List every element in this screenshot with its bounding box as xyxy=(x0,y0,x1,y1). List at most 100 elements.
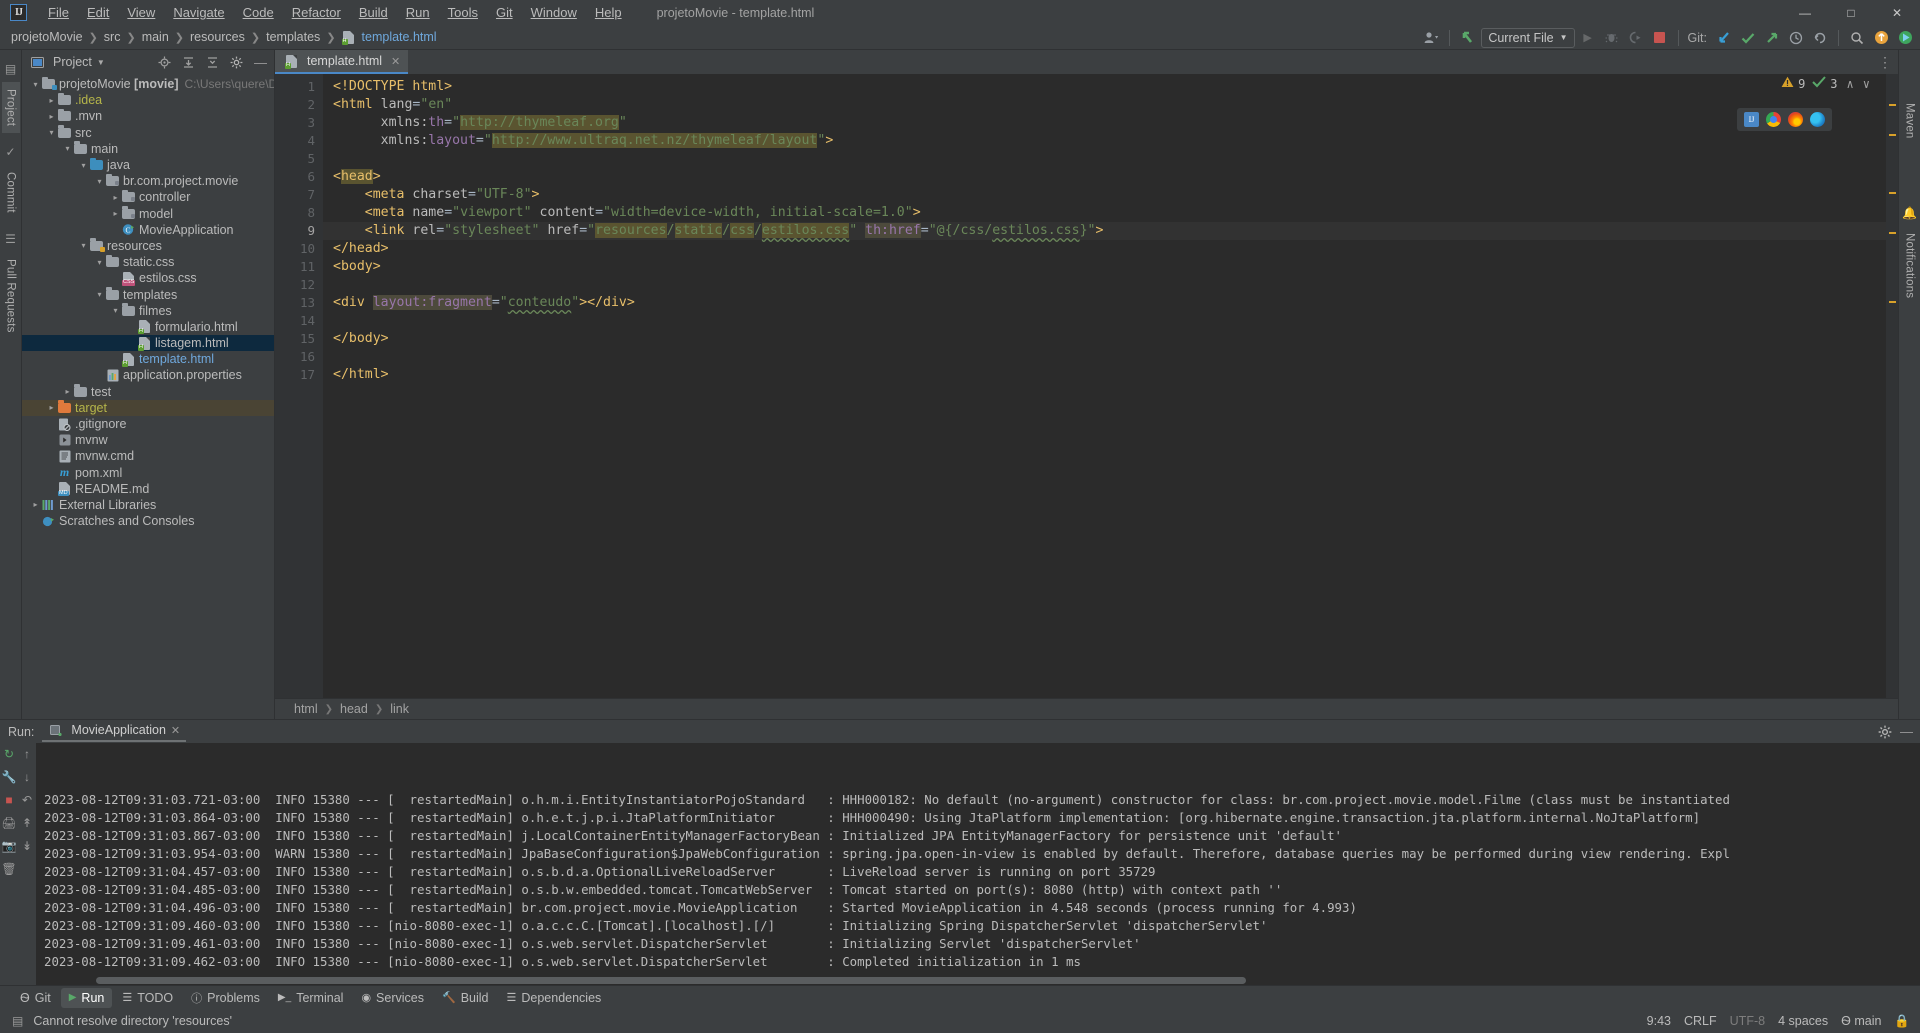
disclosure-triangle-icon[interactable]: ▾ xyxy=(110,306,121,315)
camera-icon[interactable]: 📷 xyxy=(2,839,17,853)
user-avatar-icon[interactable] xyxy=(1420,27,1442,49)
menu-navigate[interactable]: Navigate xyxy=(164,2,233,23)
tree-node-movieapplication[interactable]: C MovieApplication xyxy=(22,222,274,238)
tree-node-external-libraries[interactable]: ▸ External Libraries xyxy=(22,497,274,513)
menu-run[interactable]: Run xyxy=(397,2,439,23)
code-line-1[interactable]: <!DOCTYPE html> xyxy=(323,78,1886,96)
bottom-tab-problems[interactable]: ⓘ Problems xyxy=(183,987,268,1009)
settings-gear-icon[interactable] xyxy=(1875,722,1894,741)
disclosure-triangle-icon[interactable]: ▸ xyxy=(46,96,57,105)
console-hscrollbar[interactable] xyxy=(36,976,1920,985)
commit-stripe-icon[interactable]: ✓ xyxy=(5,145,15,159)
stripe-tab-notifications[interactable]: Notifications xyxy=(1901,226,1919,305)
code-line-12[interactable] xyxy=(323,276,1886,294)
git-commit-icon[interactable] xyxy=(1737,27,1759,49)
gutter-line-10[interactable]: 10⊟ xyxy=(275,240,331,258)
gutter-line-16[interactable]: 16 xyxy=(275,348,323,366)
tree-node-gitignore[interactable]: .gitignore xyxy=(22,416,274,432)
gutter-line-6[interactable]: 6⊟ xyxy=(275,168,331,186)
disclosure-triangle-icon[interactable]: ▾ xyxy=(62,144,73,153)
menu-git[interactable]: Git xyxy=(487,2,522,23)
breadcrumb-link[interactable]: link xyxy=(387,701,412,717)
disclosure-triangle-icon[interactable]: ▾ xyxy=(30,80,41,89)
collapse-all-icon[interactable] xyxy=(203,53,222,72)
minimize-button[interactable]: — xyxy=(1782,0,1828,25)
disclosure-triangle-icon[interactable]: ▸ xyxy=(46,403,57,412)
scroll-up-icon[interactable]: ↑ xyxy=(24,747,30,761)
tree-node-resources[interactable]: ▾ resources xyxy=(22,238,274,254)
git-rollback-icon[interactable] xyxy=(1809,27,1831,49)
lock-icon[interactable]: 🔒 xyxy=(1894,1014,1910,1029)
code-line-9[interactable]: <link rel="stylesheet" href="resources/s… xyxy=(323,222,1886,240)
tree-node-application-properties[interactable]: application.properties xyxy=(22,367,274,383)
code-line-14[interactable] xyxy=(323,312,1886,330)
bottom-tab-run[interactable]: ▶ Run xyxy=(60,987,113,1008)
scroll-down-icon[interactable]: ↓ xyxy=(24,770,30,784)
disclosure-triangle-icon[interactable]: ▾ xyxy=(78,161,89,170)
editor-tab-template-html[interactable]: H template.html ✕ xyxy=(275,50,409,74)
gutter-line-4[interactable]: 4 xyxy=(275,132,323,150)
run-with-coverage-icon[interactable] xyxy=(1625,27,1647,49)
run-icon[interactable]: ▶ xyxy=(1577,27,1599,49)
bottom-tab-services[interactable]: ◉ Services xyxy=(353,988,432,1008)
wrench-icon[interactable]: 🔧 xyxy=(2,770,17,784)
search-everywhere-icon[interactable] xyxy=(1846,27,1868,49)
editor-gutter[interactable]: 1 2⊟3 4 5 6⊟7 8 9 10⊟11⊟12 13 14 15⊟16 17⊟ xyxy=(275,74,343,698)
chevron-down-icon[interactable]: ▼ xyxy=(97,58,105,67)
menu-code[interactable]: Code xyxy=(234,2,283,23)
menu-build[interactable]: Build xyxy=(350,2,397,23)
stripe-tab-maven[interactable]: Maven xyxy=(1901,96,1919,146)
menu-refactor[interactable]: Refactor xyxy=(283,2,350,23)
disclosure-triangle-icon[interactable]: ▸ xyxy=(46,112,57,121)
gutter-line-3[interactable]: 3 xyxy=(275,114,323,132)
git-history-icon[interactable] xyxy=(1785,27,1807,49)
tree-node-pom-xml[interactable]: m pom.xml xyxy=(22,465,274,481)
code-line-3[interactable]: xmlns:th="http://thymeleaf.org" xyxy=(323,114,1886,132)
tree-node-mvnw[interactable]: mvnw xyxy=(22,432,274,448)
disclosure-triangle-icon[interactable]: ▸ xyxy=(62,387,73,396)
code-line-15[interactable]: </body> xyxy=(323,330,1886,348)
file-encoding[interactable]: UTF-8 xyxy=(1730,1014,1765,1028)
tree-node-readme-md[interactable]: MD README.md xyxy=(22,481,274,497)
tree-node-listagem-html[interactable]: Hlistagem.html xyxy=(22,335,274,352)
inspection-widget[interactable]: 9 3 ∧ ∨ xyxy=(1781,76,1870,91)
gutter-line-2[interactable]: 2⊟ xyxy=(275,96,331,114)
code-line-11[interactable]: <body> xyxy=(323,258,1886,276)
caret-position[interactable]: 9:43 xyxy=(1647,1014,1671,1028)
tree-node-estilos-css[interactable]: CSS estilos.css xyxy=(22,270,274,286)
disclosure-triangle-icon[interactable]: ▾ xyxy=(94,290,105,299)
code-line-6[interactable]: <head> xyxy=(323,168,1886,186)
run-console-output[interactable]: 2023-08-12T09:31:03.721-03:00 INFO 15380… xyxy=(36,743,1920,985)
code-editor[interactable]: 9 3 ∧ ∨ IJ <!DOCTYPE html> <html lang="e… xyxy=(323,74,1886,698)
bottom-tab-git[interactable]: Ѳ Git xyxy=(12,988,59,1008)
navbar-crumb-templates[interactable]: templates xyxy=(263,28,323,46)
gutter-line-13[interactable]: 13 xyxy=(275,294,323,312)
notifications-icon[interactable] xyxy=(1870,27,1892,49)
stripe-tab-pull-requests[interactable]: Pull Requests xyxy=(2,252,20,340)
code-line-4[interactable]: xmlns:layout="http://www.ultraq.net.nz/t… xyxy=(323,132,1886,150)
down-stacktrace-icon[interactable]: ↡ xyxy=(22,839,32,853)
gutter-line-17[interactable]: 17⊟ xyxy=(275,366,331,384)
hide-icon[interactable]: — xyxy=(1897,722,1916,741)
chrome-icon[interactable] xyxy=(1766,112,1781,127)
tree-node-target[interactable]: ▸ target xyxy=(22,399,274,416)
code-line-13[interactable]: <div layout:fragment="conteudo"></div> xyxy=(323,294,1886,312)
code-lines[interactable]: <!DOCTYPE html> <html lang="en" xmlns:th=… xyxy=(323,78,1886,384)
disclosure-triangle-icon[interactable]: ▸ xyxy=(30,500,41,509)
tree-node-scratches-and-consoles[interactable]: Scratches and Consoles xyxy=(22,513,274,529)
line-separator[interactable]: CRLF xyxy=(1684,1014,1717,1028)
disclosure-triangle-icon[interactable]: ▸ xyxy=(110,209,121,218)
firefox-icon[interactable] xyxy=(1788,112,1803,127)
ide-feature-icon[interactable] xyxy=(1894,27,1916,49)
close-icon[interactable]: ✕ xyxy=(391,55,400,68)
console-hscroll-thumb[interactable] xyxy=(96,977,1246,984)
gutter-line-11[interactable]: 11⊟ xyxy=(275,258,331,276)
notifications-stripe-icon[interactable]: 🔔 xyxy=(1902,206,1917,220)
tree-node-projetomovie[interactable]: ▾ projetoMovie [movie] C:\Users\quere\Docu… xyxy=(22,76,274,92)
breadcrumb-head[interactable]: head xyxy=(337,701,371,717)
code-line-7[interactable]: <meta charset="UTF-8"> xyxy=(323,186,1886,204)
updating-arrow-icon[interactable] xyxy=(1457,27,1479,49)
run-configuration-selector[interactable]: Current File ▼ xyxy=(1481,27,1575,48)
tree-node-mvnw-cmd[interactable]: mvnw.cmd xyxy=(22,448,274,464)
prev-problem-icon[interactable]: ∧ xyxy=(1847,77,1854,91)
